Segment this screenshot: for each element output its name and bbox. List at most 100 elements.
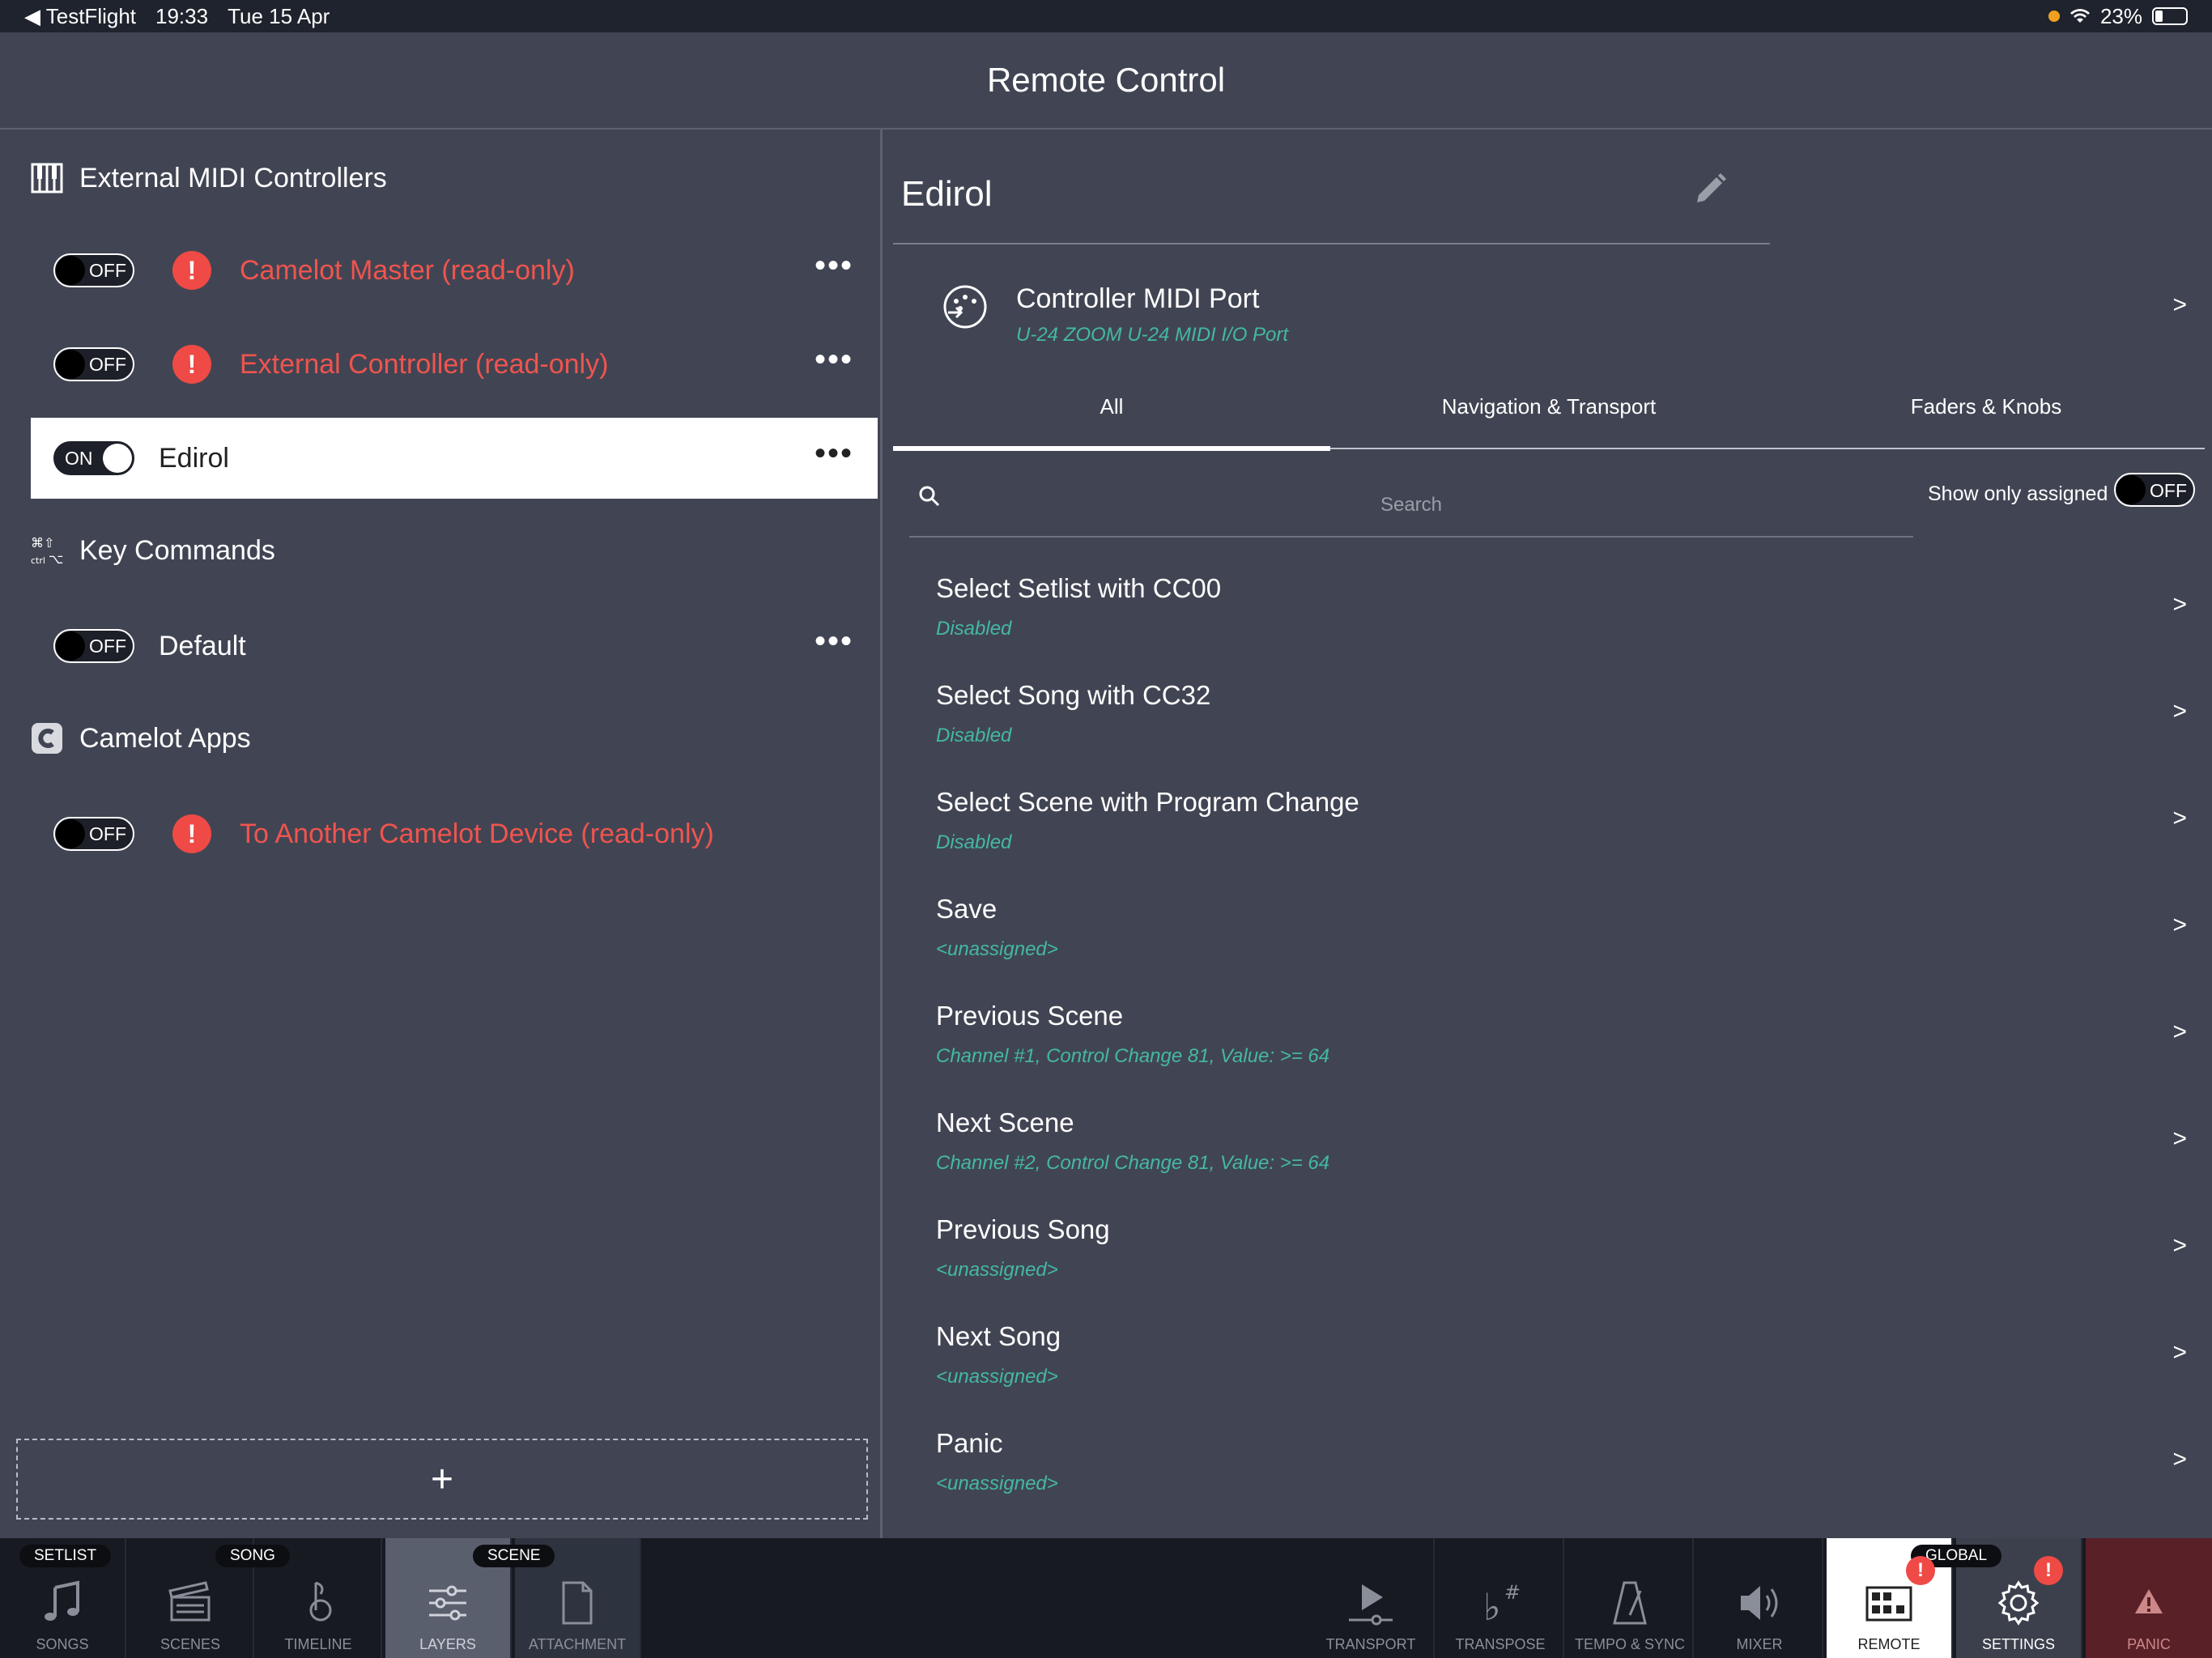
- status-bar: ◀ TestFlight 19:33 Tue 15 Apr 23%: [0, 0, 2212, 32]
- controller-row-default[interactable]: OFF Default •••: [31, 606, 878, 687]
- tab-navigation-transport[interactable]: Navigation & Transport: [1330, 364, 1767, 449]
- more-options-icon[interactable]: •••: [815, 248, 853, 284]
- enable-toggle[interactable]: OFF: [53, 817, 134, 851]
- port-value: U-24 ZOOM U-24 MIDI I/O Port: [1016, 324, 1289, 346]
- enable-toggle[interactable]: ON: [53, 441, 134, 475]
- show-only-assigned-toggle[interactable]: OFF: [2114, 473, 2195, 507]
- controller-label: External Controller (read-only): [240, 348, 609, 380]
- list-item[interactable]: Next Scene Channel #2, Control Change 81…: [893, 1093, 2205, 1200]
- battery-percent: 23%: [2099, 3, 2142, 28]
- speaker-icon: [1741, 1586, 1778, 1620]
- alert-icon: !: [172, 345, 211, 384]
- chevron-right-icon: >: [2172, 1125, 2187, 1152]
- tab-transport[interactable]: TRANSPORT: [1308, 1538, 1435, 1658]
- search-field[interactable]: Search: [909, 470, 1913, 538]
- remote-grid-icon: [1865, 1586, 1912, 1622]
- chevron-right-icon: >: [2172, 1018, 2187, 1045]
- tab-transpose[interactable]: ♭ # TRANSPOSE: [1438, 1538, 1564, 1658]
- controller-label: Camelot Master (read-only): [240, 254, 575, 286]
- tab-faders-knobs[interactable]: Faders & Knobs: [1767, 364, 2205, 449]
- svg-text:⌥: ⌥: [49, 551, 63, 567]
- svg-text:⌘⇧: ⌘⇧: [31, 535, 54, 551]
- group-label-song: SONG: [215, 1545, 290, 1567]
- metronome-icon: [1613, 1581, 1647, 1625]
- chevron-right-icon: >: [2172, 912, 2187, 938]
- controller-label: Default: [159, 630, 246, 661]
- chevron-right-icon: >: [2172, 1339, 2187, 1366]
- wifi-icon: [2069, 9, 2090, 23]
- enable-toggle[interactable]: OFF: [53, 629, 134, 663]
- music-note-icon: [45, 1580, 79, 1621]
- tab-mixer[interactable]: MIXER: [1697, 1538, 1823, 1658]
- tab-tempo-sync[interactable]: TEMPO & SYNC: [1568, 1538, 1694, 1658]
- warning-icon: [2135, 1589, 2163, 1613]
- section-key-commands: ⌘⇧ ctrl ⌥ Key Commands: [31, 534, 275, 568]
- svg-text:#: #: [1504, 1581, 1521, 1604]
- back-app-link[interactable]: ◀ TestFlight: [24, 4, 136, 29]
- controller-label: To Another Camelot Device (read-only): [240, 818, 714, 849]
- controller-label: Edirol: [159, 442, 229, 474]
- list-item[interactable]: Save <unassigned> >: [893, 879, 2205, 986]
- controller-list-panel: External MIDI Controllers OFF ! Camelot …: [0, 130, 883, 1538]
- tab-panic[interactable]: PANIC: [2086, 1538, 2212, 1658]
- list-item[interactable]: Panic <unassigned> >: [893, 1414, 2205, 1520]
- gear-icon: [1997, 1580, 2040, 1626]
- port-title: Controller MIDI Port: [1016, 283, 1260, 314]
- recording-dot-icon: [2048, 11, 2060, 22]
- chevron-right-icon: >: [2172, 1446, 2187, 1473]
- battery-icon: [2152, 7, 2188, 25]
- more-options-icon[interactable]: •••: [815, 342, 853, 378]
- section-title: Key Commands: [79, 534, 275, 566]
- controller-midi-port-row[interactable]: Controller MIDI Port U-24 ZOOM U-24 MIDI…: [893, 259, 2205, 364]
- list-item[interactable]: Select Scene with Program Change Disable…: [893, 772, 2205, 879]
- edit-pencil-icon[interactable]: [1691, 170, 1729, 209]
- show-only-assigned-label: Show only assigned: [1928, 483, 2108, 505]
- flat-sharp-icon: ♭ #: [1483, 1581, 1521, 1628]
- chevron-right-icon: >: [2172, 291, 2187, 318]
- list-item[interactable]: Select Song with CC32 Disabled >: [893, 665, 2205, 772]
- bottom-tab-bar: SONGS SCENES TIMELINE LAYERS ATTACHMENT …: [0, 1538, 2212, 1658]
- svg-text:♭: ♭: [1483, 1585, 1501, 1628]
- list-item[interactable]: Select Setlist with CC00 Disabled >: [893, 559, 2205, 665]
- list-item[interactable]: Next Song <unassigned> >: [893, 1307, 2205, 1414]
- list-item[interactable]: Previous Song <unassigned> >: [893, 1200, 2205, 1307]
- filter-tabs: All Navigation & Transport Faders & Knob…: [893, 364, 2205, 451]
- controller-row-edirol[interactable]: ON Edirol •••: [31, 418, 878, 499]
- add-controller-button[interactable]: +: [16, 1439, 868, 1520]
- controller-row-camelot-master[interactable]: OFF ! Camelot Master (read-only) •••: [31, 230, 878, 311]
- page-title: Remote Control: [986, 61, 1226, 99]
- device-name: Edirol: [901, 174, 993, 214]
- controller-row-external-controller[interactable]: OFF ! External Controller (read-only) ••…: [31, 324, 878, 405]
- controller-detail-panel: Edirol Controller MIDI Port U-24 ZOOM U-…: [885, 130, 2212, 1538]
- play-icon: [1349, 1584, 1393, 1626]
- more-options-icon[interactable]: •••: [815, 436, 853, 472]
- piano-keys-icon: [31, 162, 63, 194]
- search-placeholder: Search: [1380, 494, 1443, 516]
- clapperboard-icon: [168, 1581, 211, 1622]
- title-bar: Remote Control: [0, 32, 2212, 130]
- list-item[interactable]: Previous Scene Channel #1, Control Chang…: [893, 986, 2205, 1093]
- enable-toggle[interactable]: OFF: [53, 347, 134, 381]
- chevron-right-icon: >: [2172, 805, 2187, 831]
- document-icon: [562, 1581, 593, 1625]
- section-title: Camelot Apps: [79, 722, 251, 754]
- divider: [893, 243, 1770, 244]
- enable-toggle[interactable]: OFF: [53, 253, 134, 287]
- tab-all[interactable]: All: [893, 364, 1330, 451]
- chevron-right-icon: >: [2172, 698, 2187, 725]
- svg-text:ctrl: ctrl: [31, 555, 45, 566]
- more-options-icon[interactable]: •••: [815, 623, 853, 660]
- controller-row-another-device[interactable]: OFF ! To Another Camelot Device (read-on…: [31, 793, 878, 874]
- sliders-icon: [429, 1585, 466, 1621]
- keyboard-keys-icon: ⌘⇧ ctrl ⌥: [31, 534, 63, 567]
- group-label-setlist: SETLIST: [19, 1545, 112, 1567]
- timeline-icon: [309, 1581, 332, 1622]
- settings-alert-badge: !: [2034, 1556, 2063, 1585]
- status-date: Tue 15 Apr: [228, 3, 330, 28]
- status-time: 19:33: [155, 3, 209, 28]
- chevron-right-icon: >: [2172, 591, 2187, 618]
- section-camelot-apps: Camelot Apps: [31, 722, 251, 755]
- camelot-c-icon: [31, 722, 63, 755]
- group-label-scene: SCENE: [473, 1545, 555, 1567]
- section-title: External MIDI Controllers: [79, 162, 387, 193]
